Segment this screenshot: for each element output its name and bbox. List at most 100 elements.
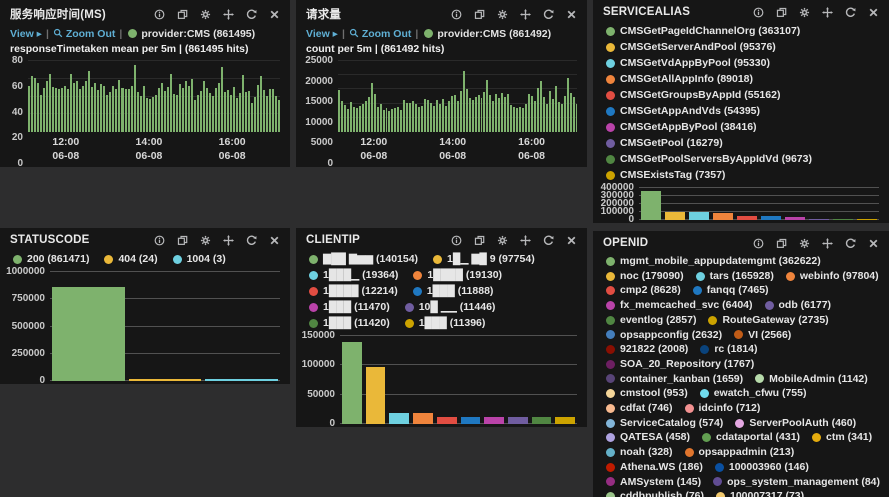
legend-item[interactable]: 1███ (11420) <box>309 315 390 331</box>
move-icon[interactable] <box>223 8 234 20</box>
legend-item[interactable]: VI (2566) <box>734 328 791 343</box>
chart-statuscode[interactable]: 0 250000 500000 750000 1000000 <box>2 266 280 384</box>
legend-item[interactable]: opsappadmin (213) <box>684 445 794 460</box>
duplicate-icon[interactable] <box>177 235 188 246</box>
legend-item[interactable]: 10█ ▁▁ (11446) <box>404 299 495 315</box>
chart-response-time[interactable]: 0 20 40 60 80 12:00 06-08 14:00 06-08 16:00 06-08 <box>2 55 281 167</box>
refresh-icon[interactable] <box>543 9 554 20</box>
view-link[interactable]: View ▸ <box>10 28 42 40</box>
refresh-icon[interactable] <box>246 9 257 20</box>
legend-item[interactable]: cmp2 (8628) <box>606 283 681 298</box>
legend-item[interactable]: fx_memcached_svc (6404) <box>606 298 753 313</box>
move-icon[interactable] <box>223 234 234 246</box>
info-icon[interactable] <box>451 9 462 20</box>
legend-item[interactable]: 1████ (19130) <box>413 267 502 283</box>
gear-icon[interactable] <box>200 9 211 20</box>
move-icon[interactable] <box>520 8 531 20</box>
legend-item[interactable]: 1███ (11470) <box>309 299 390 315</box>
legend-item[interactable]: CMSGetGroupsByAppId (55162) <box>606 87 780 103</box>
gear-icon[interactable] <box>799 238 810 249</box>
legend-item[interactable]: CMSGetAppByPool (38416) <box>606 119 757 135</box>
plot-area[interactable] <box>28 60 281 132</box>
move-icon[interactable] <box>822 237 833 249</box>
legend-item[interactable]: MobileAdmin (1142) <box>755 372 868 387</box>
legend-item[interactable]: 100007317 (73) <box>716 489 804 497</box>
duplicate-icon[interactable] <box>776 7 787 18</box>
legend-item[interactable]: ctm (341) <box>812 430 872 445</box>
legend-item[interactable]: ServerPoolAuth (460) <box>735 416 856 431</box>
duplicate-icon[interactable] <box>776 238 787 249</box>
legend-item[interactable]: container_kanban (1659) <box>606 372 743 387</box>
legend-item[interactable]: CMSGetPoolServersByAppIdVd (9673) <box>606 151 812 167</box>
info-icon[interactable] <box>753 7 764 18</box>
legend-item[interactable]: 1█▁ ▇█ 9 (97754) <box>433 251 535 267</box>
legend-item[interactable]: CMSExistsTag (7357) <box>606 167 725 183</box>
duplicate-icon[interactable] <box>177 9 188 20</box>
series-label[interactable]: provider:CMS (861495) <box>141 28 255 40</box>
legend-item[interactable]: ▇██ ▇▆▆ (140154) <box>309 251 418 267</box>
legend-item[interactable]: SOA_20_Repository (1767) <box>606 357 754 372</box>
legend-item[interactable]: ewatch_cfwu (755) <box>699 386 806 401</box>
legend-item[interactable]: mgmt_mobile_appupdatemgmt (362622) <box>606 254 821 269</box>
legend-item[interactable]: CMSGetPool (16279) <box>606 135 723 151</box>
plot-area[interactable] <box>340 335 577 424</box>
series-label[interactable]: provider:CMS (861492) <box>437 28 551 40</box>
gear-icon[interactable] <box>497 235 508 246</box>
legend-item[interactable]: cmstool (953) <box>606 386 688 401</box>
legend-item[interactable]: 1004 (3) <box>172 251 226 267</box>
move-icon[interactable] <box>520 234 531 246</box>
info-icon[interactable] <box>451 235 462 246</box>
info-icon[interactable] <box>154 235 165 246</box>
legend-item[interactable]: cdataportal (431) <box>702 430 800 445</box>
legend-item[interactable]: CMSGetAllAppInfo (89018) <box>606 71 753 87</box>
legend-item[interactable]: idcinfo (712) <box>684 401 760 416</box>
legend-item[interactable]: webinfo (97804) <box>785 269 879 284</box>
refresh-icon[interactable] <box>845 7 856 18</box>
gear-icon[interactable] <box>200 235 211 246</box>
legend-item[interactable]: QATESA (458) <box>606 430 690 445</box>
view-link[interactable]: View ▸ <box>306 28 338 40</box>
zoom-out-link[interactable]: Zoom Out <box>53 28 115 40</box>
close-icon[interactable] <box>868 238 879 249</box>
legend-item[interactable]: 921822 (2008) <box>606 342 688 357</box>
refresh-icon[interactable] <box>543 235 554 246</box>
legend-item[interactable]: CMSGetVdAppByPool (95330) <box>606 55 770 71</box>
legend-item[interactable]: CMSGetServerAndPool (95376) <box>606 39 776 55</box>
legend-item[interactable]: rc (1814) <box>700 342 758 357</box>
close-icon[interactable] <box>269 235 280 246</box>
legend-item[interactable]: fanqq (7465) <box>692 283 769 298</box>
duplicate-icon[interactable] <box>474 235 485 246</box>
legend-item[interactable]: odb (6177) <box>764 298 831 313</box>
legend-item[interactable]: CMSGetPageIdChannelOrg (363107) <box>606 23 800 39</box>
legend-item[interactable]: eventlog (2857) <box>606 313 696 328</box>
legend-item[interactable]: noah (328) <box>606 445 673 460</box>
close-icon[interactable] <box>868 7 879 18</box>
plot-area[interactable] <box>50 271 280 381</box>
legend-item[interactable]: 1███ (11888) <box>412 283 493 299</box>
close-icon[interactable] <box>566 9 577 20</box>
gear-icon[interactable] <box>799 7 810 18</box>
legend-item[interactable]: opsappconfig (2632) <box>606 328 722 343</box>
refresh-icon[interactable] <box>845 238 856 249</box>
plot-area[interactable] <box>639 187 879 220</box>
legend-item[interactable]: CMSGetAppAndVds (54395) <box>606 103 760 119</box>
info-icon[interactable] <box>154 9 165 20</box>
legend-item[interactable]: ops_system_management (84) <box>713 475 880 490</box>
legend-item[interactable]: tars (165928) <box>695 269 774 284</box>
move-icon[interactable] <box>822 6 833 18</box>
chart-requests[interactable]: 0 5000 10000 15000 20000 25000 12:00 06-08 14:00… <box>298 55 578 167</box>
chart-clientip[interactable]: 0 50000 100000 150000 <box>298 330 577 427</box>
legend-item[interactable]: RouteGateway (2735) <box>708 313 829 328</box>
info-icon[interactable] <box>753 238 764 249</box>
plot-area[interactable] <box>338 60 578 132</box>
legend-item[interactable]: 1███▁ (19364) <box>309 267 398 283</box>
legend-item[interactable]: noc (179090) <box>606 269 684 284</box>
legend-item[interactable]: 1████ (12214) <box>309 283 398 299</box>
legend-item[interactable]: 200 (861471) <box>13 251 89 267</box>
duplicate-icon[interactable] <box>474 9 485 20</box>
legend-item[interactable]: Athena.WS (186) <box>606 460 703 475</box>
legend-item[interactable]: 100003960 (146) <box>714 460 809 475</box>
close-icon[interactable] <box>269 9 280 20</box>
legend-item[interactable]: 404 (24) <box>104 251 158 267</box>
legend-item[interactable]: cddbpublish (76) <box>606 489 704 497</box>
